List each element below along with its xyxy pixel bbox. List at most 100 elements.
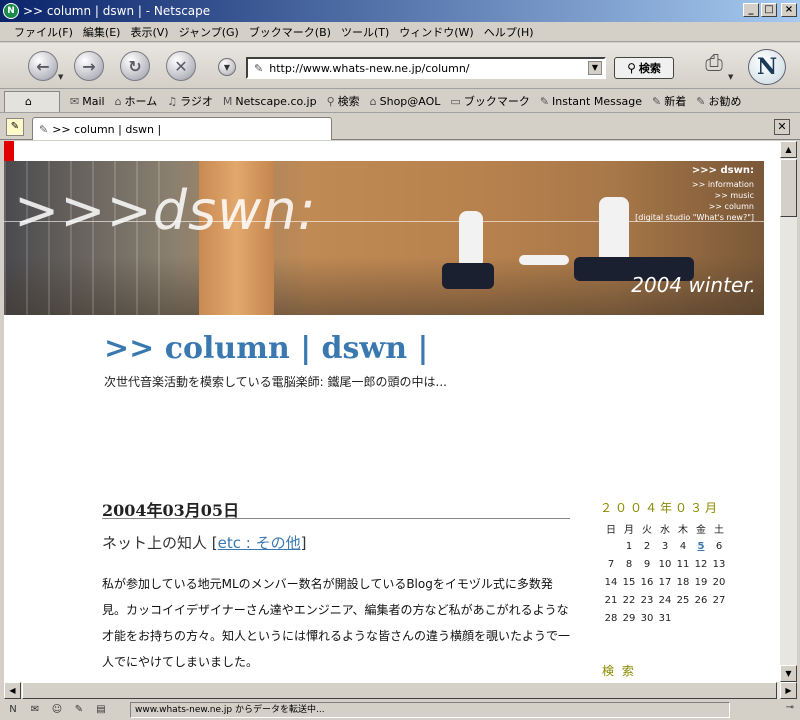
banner-nav-information[interactable]: >> information <box>692 179 754 190</box>
bookmark-icon: ✎ <box>539 94 550 108</box>
calendar-weekday: 土 <box>714 524 724 536</box>
post-title: ネット上の知人 <box>102 534 208 552</box>
window-controls: _ □ × <box>743 3 797 17</box>
banner-nav-music[interactable]: >> music <box>714 190 754 201</box>
bookmark-item[interactable]: ✉ Mail <box>70 93 105 109</box>
calendar-day: 1 <box>625 540 633 552</box>
calendar-day: 3 <box>661 540 669 552</box>
url-input[interactable] <box>269 61 580 75</box>
minimize-button[interactable]: _ <box>743 3 759 17</box>
bookmark-item[interactable]: ⌂ Shop@AOL <box>370 93 441 109</box>
calendar-weekday: 月 <box>624 524 634 536</box>
print-icon[interactable]: ⎙ <box>698 51 730 81</box>
banner-chair <box>459 211 483 269</box>
menu-tools[interactable]: ツール(T) <box>341 24 389 40</box>
bookmark-label: 検索 <box>337 95 360 108</box>
banner-nav-studio: [digital studio "What's new?"] <box>635 213 754 222</box>
bookmark-item[interactable]: M Netscape.co.jp <box>223 93 317 109</box>
bookmark-label: 新着 <box>664 95 687 108</box>
blog-title[interactable]: >> column | dswn | <box>104 331 428 366</box>
menu-bar: ファイル(F) 編集(E) 表示(V) ジャンプ(G) ブックマーク(B) ツー… <box>0 22 800 42</box>
print-dropdown[interactable]: ▼ <box>728 73 737 82</box>
bookmark-label: ラジオ <box>180 95 213 108</box>
menu-bookmarks[interactable]: ブックマーク(B) <box>249 24 331 40</box>
bookmark-item[interactable]: ✎ 新着 <box>652 93 686 109</box>
menu-view[interactable]: 表示(V) <box>130 24 168 40</box>
forward-button[interactable]: → <box>74 51 104 81</box>
address-book-icon[interactable]: ▤ <box>92 702 110 718</box>
bookmark-item[interactable]: ♫ ラジオ <box>167 93 213 109</box>
forward-arrow-icon: → <box>82 56 96 76</box>
scroll-left-button[interactable]: ◀ <box>4 682 21 699</box>
mail-icon: ✉ <box>70 94 80 108</box>
bookmark-item[interactable]: ✎ Instant Message <box>540 93 642 109</box>
url-dropdown-button[interactable]: ▼ <box>588 61 602 75</box>
vertical-scroll-thumb[interactable] <box>780 159 797 217</box>
netscape-status-icon[interactable]: N <box>4 702 22 718</box>
close-window-button[interactable]: × <box>781 3 797 17</box>
menu-help[interactable]: ヘルプ(H) <box>484 24 534 40</box>
bookmark-list: ✉ Mail ⌂ ホーム ♫ ラジオ M Netscape.co.jp ⚲ 検索 ⌂ Shop@AOL… <box>70 93 751 109</box>
reload-button[interactable]: ↻ <box>120 51 150 81</box>
mail-status-icon[interactable]: ✉ <box>26 702 44 718</box>
maximize-button[interactable]: □ <box>761 3 777 17</box>
home-tab-button[interactable]: ⌂ <box>4 91 60 112</box>
vertical-scrollbar[interactable]: ▲ ▼ <box>780 141 797 682</box>
calendar-day: 29 <box>622 612 636 624</box>
calendar-day: 31 <box>658 612 672 624</box>
security-lock-icon[interactable]: ⊸ <box>786 702 794 713</box>
history-dropdown-button[interactable]: ▼ <box>218 58 236 76</box>
scroll-down-button[interactable]: ▼ <box>780 665 797 682</box>
back-button[interactable]: ← <box>28 51 58 81</box>
category-bracket-close: ] <box>300 534 307 552</box>
bookmark-item[interactable]: ▭ ブックマーク <box>450 93 529 109</box>
banner-season: 2004 winter. <box>631 273 756 297</box>
calendar-day: 10 <box>658 558 672 570</box>
banner-logo: >>>dswn: <box>14 179 317 242</box>
menu-window[interactable]: ウィンドウ(W) <box>399 24 473 40</box>
banner-nav-column[interactable]: >> column <box>709 201 754 212</box>
bookmark-icon: ✎ <box>696 94 706 108</box>
scroll-up-button[interactable]: ▲ <box>780 141 797 158</box>
calendar-day <box>674 609 692 627</box>
calendar-week-row: 7 8 9 10 11 12 13 <box>602 555 728 573</box>
im-status-icon[interactable]: ☺ <box>48 702 66 718</box>
menu-file[interactable]: ファイル(F) <box>14 24 73 40</box>
horizontal-scrollbar[interactable]: ◀ ▶ <box>4 682 797 699</box>
calendar-day: 15 <box>622 576 636 588</box>
bookmark-item[interactable]: ⌂ ホーム <box>115 93 158 109</box>
calendar-day: 30 <box>640 612 654 624</box>
sidebar-toggle-icon[interactable]: ✎ <box>6 118 24 136</box>
netscape-logo[interactable]: N <box>748 49 786 85</box>
navigation-toolbar: ← ▼ → ↻ ✕ ▼ ✎ ▼ ⚲ 検索 ⎙ ▼ N <box>0 43 800 89</box>
calendar-day: 28 <box>604 612 618 624</box>
bookmark-item[interactable]: ✎ お勧め <box>696 93 741 109</box>
calendar-week-row: 28 29 30 31 <box>602 609 728 627</box>
page-proxy-icon[interactable]: ✎ <box>254 62 263 75</box>
home-icon: ⌂ <box>114 94 122 108</box>
calendar-weekday: 火 <box>642 524 652 536</box>
calendar-day: 22 <box>622 594 636 606</box>
menu-edit[interactable]: 編集(E) <box>83 24 121 40</box>
post-category-link[interactable]: etc : その他 <box>218 534 301 552</box>
calendar-day: 21 <box>604 594 618 606</box>
calendar-day: 7 <box>607 558 615 570</box>
stop-button[interactable]: ✕ <box>166 51 196 81</box>
bookmark-item[interactable]: ⚲ 検索 <box>327 93 360 109</box>
calendar-day: 24 <box>658 594 672 606</box>
horizontal-scroll-thumb[interactable] <box>22 682 777 699</box>
my-icon: M <box>222 94 233 108</box>
composer-status-icon[interactable]: ✎ <box>70 702 88 718</box>
calendar-day: 19 <box>694 576 708 588</box>
calendar-day-link[interactable]: 5 <box>692 537 710 555</box>
tab-column[interactable]: ✎ >> column | dswn | <box>32 117 332 140</box>
close-tab-button[interactable]: ✕ <box>774 119 790 135</box>
menu-go[interactable]: ジャンプ(G) <box>179 24 239 40</box>
title-bar: N >> column | dswn | - Netscape _ □ × <box>0 0 800 22</box>
back-history-dropdown[interactable]: ▼ <box>58 73 67 82</box>
calendar-day: 9 <box>643 558 651 570</box>
search-button[interactable]: ⚲ 検索 <box>614 57 674 79</box>
folder-icon: ▭ <box>450 94 461 108</box>
bookmark-label: Shop@AOL <box>379 94 441 108</box>
scroll-right-button[interactable]: ▶ <box>780 682 797 699</box>
